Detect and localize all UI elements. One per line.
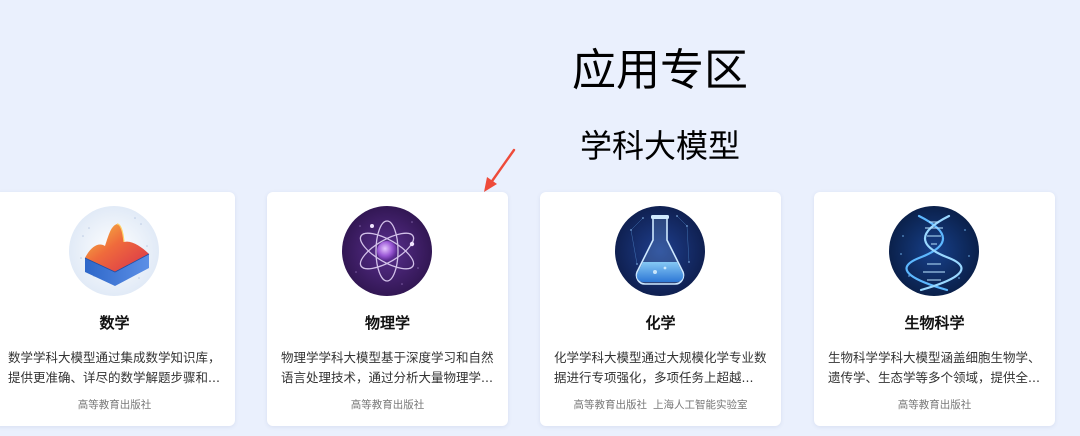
dna-icon [889,206,979,296]
card-description: 数学学科大模型通过集成数学知识库，提供更准确、详尽的数学解题步骤和... [8,350,221,385]
publisher-label: 高等教育出版社 [897,399,972,411]
section-title: 学科大模型 [579,127,740,165]
card-publisher: 高等教育出版社 [0,397,235,413]
publisher-label: 上海人工智能实验室 [653,399,748,411]
card-description: 生物科学学科大模型涵盖细胞生物学、遗传学、生态学等多个领域，提供全... [828,350,1041,385]
publisher-label: 高等教育出版社 [77,399,152,411]
card-publisher: 高等教育出版社 上海人工智能实验室 [540,397,781,413]
subject-card-chemistry[interactable]: 化学 化学学科大模型通过大规模化学专业数据进行专项强化，多项任务上超越... 高… [540,192,781,426]
subject-card-biology[interactable]: 生物科学 生物科学学科大模型涵盖细胞生物学、遗传学、生态学等多个领域，提供全..… [814,192,1055,426]
publisher-label: 高等教育出版社 [350,399,425,411]
card-publisher: 高等教育出版社 [814,397,1055,413]
card-publisher: 高等教育出版社 [267,397,508,413]
page-title: 应用专区 [572,45,748,96]
card-title: 化学 [645,314,676,332]
flask-icon [615,206,705,296]
card-title: 生物科学 [904,314,965,332]
subject-card-math[interactable]: 数学 数学学科大模型通过集成数学知识库，提供更准确、详尽的数学解题步骤和... … [0,192,235,426]
subject-card-physics[interactable]: 物理学 物理学学科大模型基于深度学习和自然语言处理技术，通过分析大量物理学...… [267,192,508,426]
math-surface-icon [69,206,159,296]
card-title: 物理学 [364,314,410,332]
annotation-arrow-icon [484,148,516,192]
card-description: 物理学学科大模型基于深度学习和自然语言处理技术，通过分析大量物理学... [281,350,494,385]
atom-icon [342,206,432,296]
publisher-label: 高等教育出版社 [573,399,648,411]
card-description: 化学学科大模型通过大规模化学专业数据进行专项强化，多项任务上超越... [554,350,767,385]
card-title: 数学 [99,314,130,332]
